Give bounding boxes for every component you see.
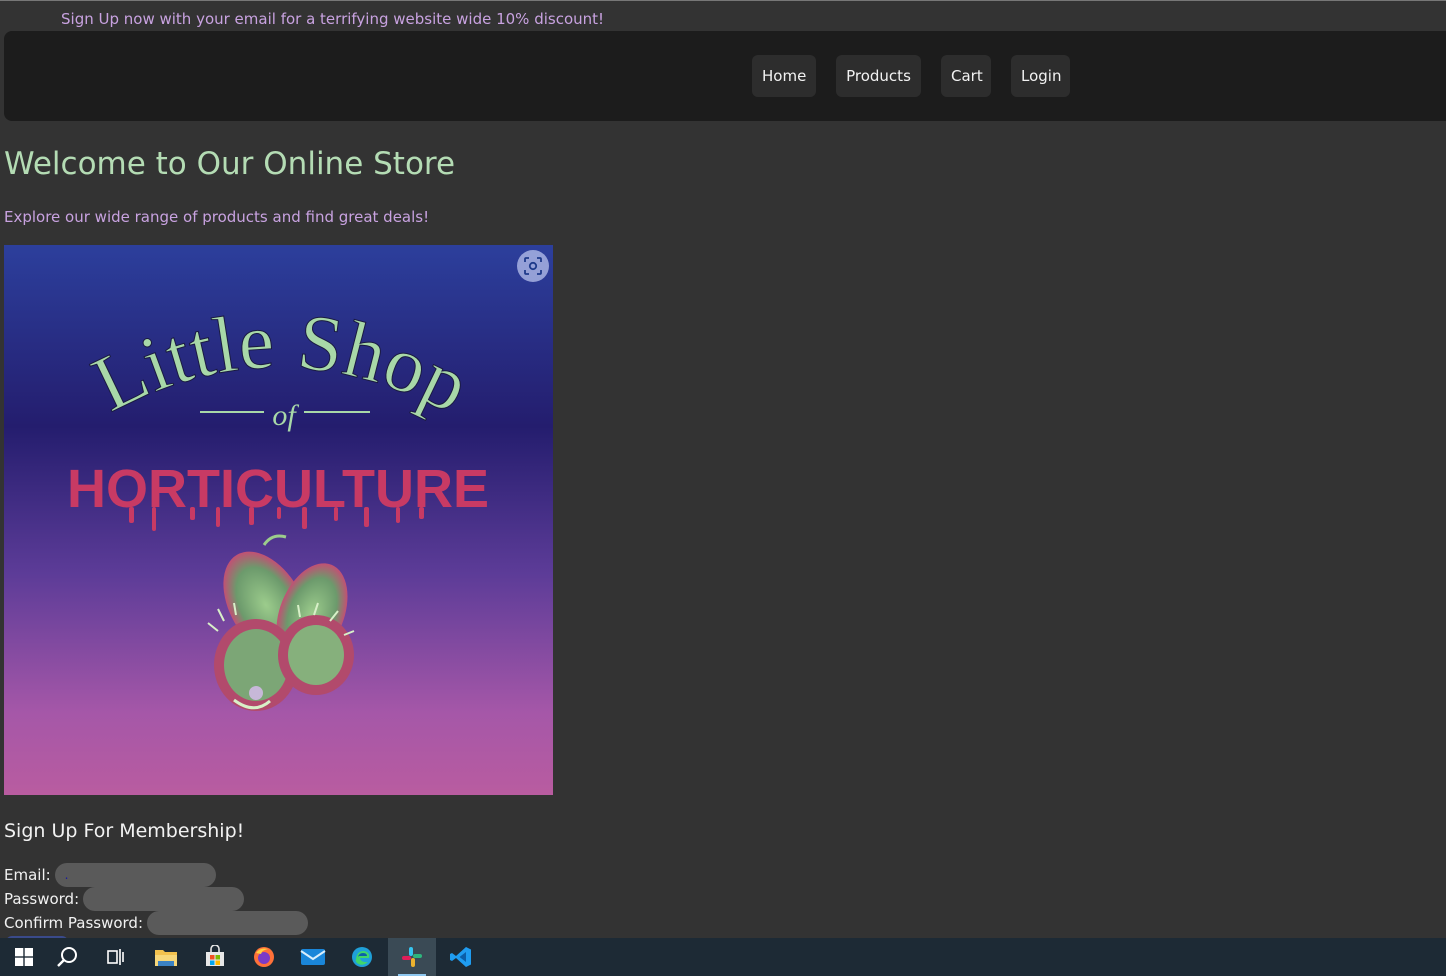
confirm-password-row: Confirm Password: xyxy=(4,911,309,935)
edge-button[interactable] xyxy=(338,938,386,976)
logo-of: of xyxy=(272,399,299,432)
page-title: Welcome to Our Online Store xyxy=(4,146,456,182)
email-label: Email: xyxy=(4,866,51,884)
taskbar xyxy=(0,938,1446,976)
nav-login-button[interactable]: Login xyxy=(1011,55,1070,97)
nav-cart-button[interactable]: Cart xyxy=(941,55,991,97)
mail-icon xyxy=(300,949,326,965)
task-view-button[interactable] xyxy=(92,938,140,976)
venus-flytrap-illustration xyxy=(207,534,355,711)
nav-home-button[interactable]: Home xyxy=(752,55,816,97)
password-field[interactable] xyxy=(83,887,245,911)
taskbar-search-button[interactable] xyxy=(44,938,92,976)
windows-start-icon xyxy=(15,948,33,966)
task-view-icon xyxy=(107,949,124,965)
navbar: Home Products Cart Login xyxy=(4,31,1446,121)
email-row: Email: xyxy=(4,863,216,887)
logo-artwork: Little Shop of HORTICULTURE xyxy=(67,297,489,711)
password-row: Password: xyxy=(4,887,245,911)
visual-search-button[interactable] xyxy=(517,250,549,282)
windows-start-button[interactable] xyxy=(0,938,48,976)
window-top-border xyxy=(0,0,1446,1)
password-label: Password: xyxy=(4,890,80,908)
microsoft-store-icon xyxy=(206,945,224,966)
promo-banner: Sign Up now with your email for a terrif… xyxy=(61,10,605,28)
firefox-button[interactable] xyxy=(240,938,288,976)
file-explorer-button[interactable] xyxy=(142,938,190,976)
visual-search-icon xyxy=(524,257,542,275)
microsoft-store-button[interactable] xyxy=(191,938,239,976)
vscode-button[interactable] xyxy=(437,938,485,976)
edge-icon xyxy=(352,947,372,967)
vscode-icon xyxy=(450,947,471,967)
email-field[interactable] xyxy=(54,863,216,887)
firefox-icon xyxy=(254,947,274,967)
signup-title: Sign Up For Membership! xyxy=(4,820,245,842)
hero-image: Little Shop of HORTICULTURE xyxy=(4,245,553,795)
mail-button[interactable] xyxy=(289,938,337,976)
file-explorer-icon xyxy=(155,950,177,966)
nav-products-button[interactable]: Products xyxy=(836,55,921,97)
tagline: Explore our wide range of products and f… xyxy=(4,208,430,226)
slack-icon xyxy=(402,947,422,967)
confirm-password-field[interactable] xyxy=(147,911,309,935)
search-icon xyxy=(57,947,77,967)
confirm-password-label: Confirm Password: xyxy=(4,914,144,932)
slack-button[interactable] xyxy=(388,938,436,976)
